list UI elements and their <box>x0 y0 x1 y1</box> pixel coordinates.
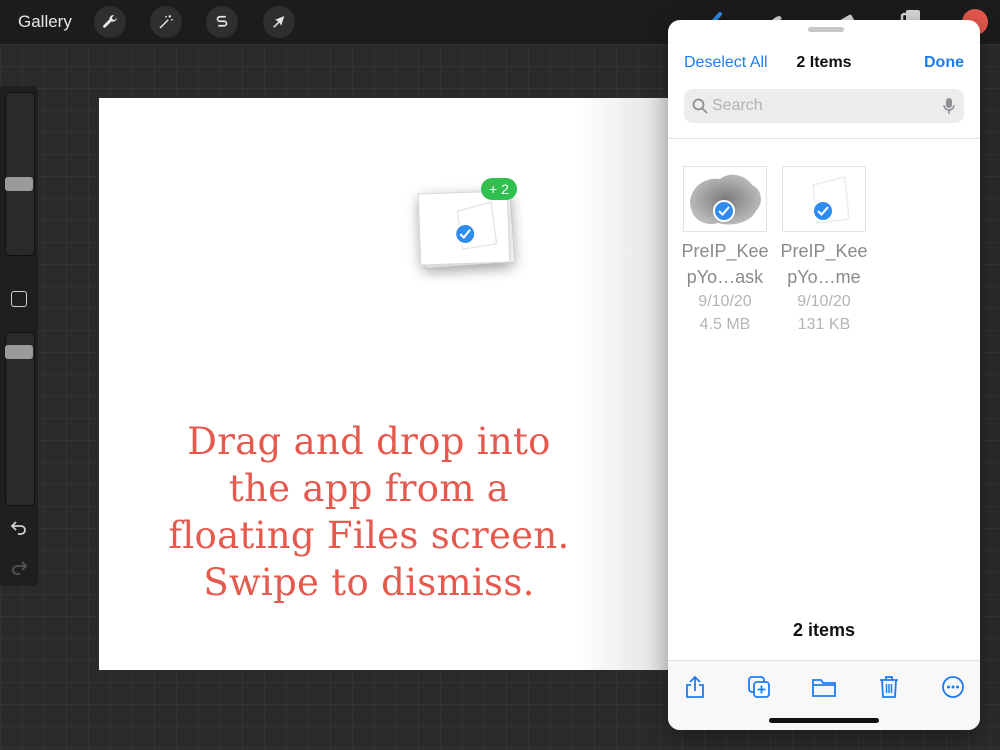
opacity-thumb[interactable] <box>5 345 33 359</box>
drag-count-badge: + 2 <box>481 178 517 200</box>
microphone-icon[interactable] <box>942 97 956 115</box>
selection-icon[interactable] <box>206 6 238 38</box>
search-input[interactable] <box>712 97 932 115</box>
drag-preview[interactable]: + 2 <box>415 178 525 280</box>
search-icon <box>692 98 708 114</box>
file-thumbnail <box>782 166 866 232</box>
folder-icon[interactable] <box>810 673 838 701</box>
instruction-caption: Drag and drop into the app from a floati… <box>99 418 639 606</box>
file-item[interactable]: PreIP_Kee pYo…ask 9/10/20 4.5 MB <box>675 166 775 336</box>
caption-line: the app from a <box>228 467 510 510</box>
file-name: PreIP_Kee pYo…ask <box>681 241 769 287</box>
trash-icon[interactable] <box>875 673 903 701</box>
drag-card <box>417 190 511 266</box>
duplicate-icon[interactable] <box>745 673 773 701</box>
search-bar[interactable] <box>684 89 964 123</box>
more-icon[interactable] <box>939 673 967 701</box>
caption-line: floating Files screen. <box>168 514 570 557</box>
redo-icon[interactable] <box>10 558 28 576</box>
home-indicator[interactable] <box>769 718 879 723</box>
adjustments-magic-wand-icon[interactable] <box>150 6 182 38</box>
divider <box>668 138 980 139</box>
file-thumbnail <box>683 166 767 232</box>
gallery-button[interactable]: Gallery <box>18 12 72 32</box>
file-size: 131 KB <box>797 316 851 333</box>
brush-size-slider[interactable] <box>5 92 35 256</box>
done-button[interactable]: Done <box>924 54 964 72</box>
opacity-slider[interactable] <box>5 332 35 506</box>
file-size: 4.5 MB <box>699 316 751 333</box>
selected-checkmark-icon <box>713 200 735 222</box>
transform-arrow-icon[interactable] <box>263 6 295 38</box>
caption-line: Drag and drop into <box>187 420 551 463</box>
file-date: 9/10/20 <box>698 293 752 310</box>
drawing-canvas[interactable]: Drag and drop into the app from a floati… <box>99 98 669 670</box>
selected-checkmark-icon <box>812 200 834 222</box>
actions-wrench-icon[interactable] <box>94 6 126 38</box>
brush-size-thumb[interactable] <box>5 177 33 191</box>
files-panel: Deselect All 2 Items Done Search PreIP_K… <box>668 20 980 730</box>
share-icon[interactable] <box>681 673 709 701</box>
file-date: 9/10/20 <box>797 293 851 310</box>
undo-icon[interactable] <box>10 518 28 536</box>
file-name: PreIP_Kee pYo…me <box>780 241 868 287</box>
file-item[interactable]: PreIP_Kee pYo…me 9/10/20 131 KB <box>774 166 874 336</box>
left-sidebar <box>0 86 38 586</box>
panel-grabber[interactable] <box>808 27 844 32</box>
caption-line: Swipe to dismiss. <box>203 561 535 604</box>
items-count: 2 items <box>792 620 856 640</box>
modify-button[interactable] <box>11 291 27 307</box>
